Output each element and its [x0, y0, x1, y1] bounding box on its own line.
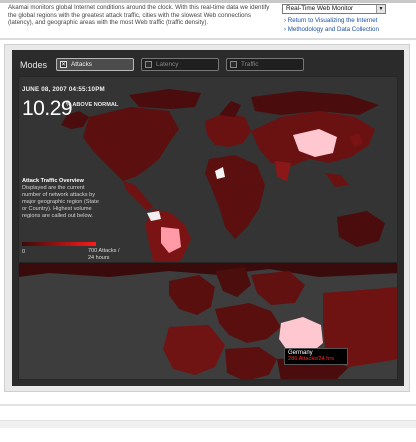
- footer-divider: [0, 404, 416, 406]
- link-methodology[interactable]: › Methodology and Data Collection: [284, 26, 379, 35]
- timestamp: JUNE 08, 2007 04:55:10PM: [22, 86, 105, 93]
- monitor-select[interactable]: Real-Time Web Monitor ▼: [282, 4, 386, 14]
- tab-label: Attacks: [71, 61, 92, 68]
- legend-gradient: [22, 242, 96, 246]
- tooltip-metric: 286 Attacks/24 hrs: [288, 356, 335, 362]
- link-return-visualizing[interactable]: › Return to Visualizing the Internet: [284, 17, 379, 26]
- overview-line: Displayed are the current: [22, 184, 85, 191]
- intro-line: Akamai monitors global Internet conditio…: [8, 4, 270, 11]
- overview-line: regions are called out below.: [22, 212, 93, 219]
- overview-line: or Country). Highest volume: [22, 205, 92, 212]
- tab-latency[interactable]: Latency: [141, 58, 219, 71]
- tab-traffic[interactable]: Traffic: [226, 58, 304, 71]
- intro-text: Akamai monitors global Internet conditio…: [8, 4, 276, 27]
- modes-title: Modes: [20, 60, 48, 70]
- related-links: › Return to Visualizing the Internet › M…: [284, 17, 379, 34]
- attack-overview: Attack Traffic Overview Displayed are th…: [22, 178, 102, 219]
- overview-line: number of network attacks by: [22, 191, 96, 198]
- footer-bar: [0, 420, 416, 428]
- header-divider: [0, 38, 416, 40]
- intro-line: (latency), and geographic areas with the…: [8, 19, 209, 27]
- legend-max-line: 700 Attacks /: [88, 248, 120, 254]
- legend-min: 0: [22, 249, 26, 255]
- intro-line: the global regions with the greatest att…: [8, 11, 251, 19]
- overview-heading: Attack Traffic Overview: [22, 178, 84, 184]
- chevron-down-icon[interactable]: ▼: [376, 5, 385, 13]
- attack-percent-unit: % ABOVE NORMAL: [66, 102, 119, 108]
- attack-percent-value: 10.29: [22, 97, 73, 120]
- checkbox-icon: [60, 60, 67, 71]
- overview-line: major geographic region (State: [22, 198, 99, 205]
- country-tooltip: Germany 286 Attacks/24 hrs: [284, 348, 348, 365]
- monitor-select-value: Real-Time Web Monitor: [286, 5, 354, 12]
- checkbox-icon: [230, 61, 237, 68]
- tab-label: Latency: [156, 61, 179, 68]
- web-monitor-viz: Modes Attacks Latency Traffic: [12, 50, 404, 386]
- legend-max: 700 Attacks / 24 hours: [88, 248, 120, 261]
- checkbox-icon: [145, 61, 152, 68]
- legend-max-line: 24 hours: [88, 254, 110, 261]
- top-strip: [0, 0, 416, 3]
- tab-attacks[interactable]: Attacks: [56, 58, 134, 71]
- tab-label: Traffic: [241, 61, 259, 68]
